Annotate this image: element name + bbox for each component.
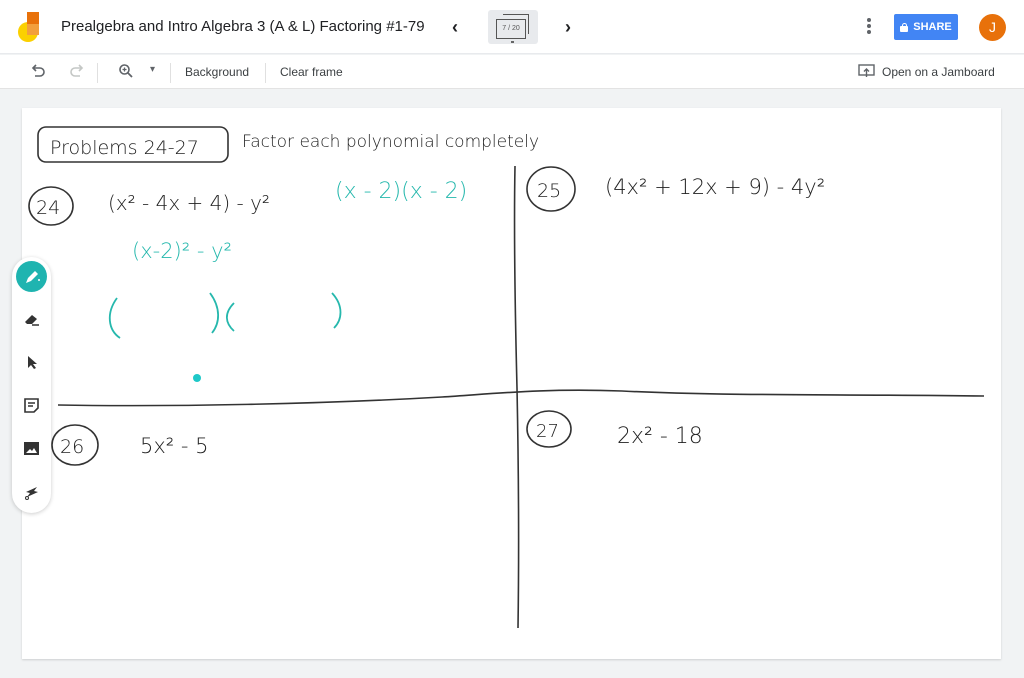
undo-icon xyxy=(31,64,45,77)
open-on-jamboard-button[interactable]: Open on a Jamboard xyxy=(882,65,995,79)
sticky-note-icon xyxy=(24,398,39,413)
background-button[interactable]: Background xyxy=(185,65,249,79)
teal-close-paren-1 xyxy=(209,292,220,334)
laser-icon xyxy=(24,486,38,500)
problem-26-number: 26 xyxy=(60,436,84,458)
pen-cursor-dot xyxy=(193,374,201,382)
select-arrow-icon xyxy=(27,355,37,369)
lock-icon xyxy=(900,22,909,32)
problem-24-expression: (x² - 4x + 4) - y² xyxy=(108,191,270,215)
horizontal-divider-stroke xyxy=(57,389,985,407)
image-icon xyxy=(24,442,39,455)
whiteboard-canvas[interactable]: Problems 24-27 Factor each polynomial co… xyxy=(22,108,1001,659)
laser-tool-button[interactable] xyxy=(16,476,47,507)
problem-24-work-line-1: (x - 2)(x - 2) xyxy=(335,179,467,204)
sticky-note-tool-button[interactable] xyxy=(16,390,47,421)
zoom-button[interactable] xyxy=(117,63,135,81)
heading-box-text: Problems 24-27 xyxy=(50,137,199,159)
document-title[interactable]: Prealgebra and Intro Algebra 3 (A & L) F… xyxy=(61,18,425,35)
redo-icon xyxy=(70,64,84,77)
instruction-text: Factor each polynomial completely xyxy=(242,132,539,152)
cast-to-jamboard-icon xyxy=(857,64,875,77)
chevron-right-icon: › xyxy=(565,17,571,37)
teal-close-paren-2 xyxy=(331,292,342,329)
zoom-dropdown-caret-icon[interactable]: ▾ xyxy=(150,64,155,75)
teal-open-paren-1 xyxy=(108,297,121,339)
tool-panel xyxy=(12,257,51,513)
problem-26-expression: 5x² - 5 xyxy=(140,434,209,458)
jamboard-logo-icon xyxy=(18,12,42,44)
frame-bar-toggle[interactable]: 7 / 20 xyxy=(488,10,538,44)
chevron-left-icon: ‹ xyxy=(452,17,458,37)
open-on-jamboard-icon-wrap[interactable] xyxy=(857,63,875,81)
problem-24-work-line-2: (x-2)² - y² xyxy=(132,239,232,263)
share-label: SHARE xyxy=(913,21,952,33)
redo-button[interactable] xyxy=(68,63,86,81)
zoom-in-icon xyxy=(119,64,133,78)
clear-frame-button[interactable]: Clear frame xyxy=(280,65,343,79)
account-avatar[interactable]: J xyxy=(979,14,1006,41)
frame-indicator: 7 / 20 xyxy=(496,19,526,39)
ink-layer: Problems 24-27 Factor each polynomial co… xyxy=(28,126,985,629)
toolbar-divider xyxy=(170,63,171,83)
problem-27-number: 27 xyxy=(536,421,559,442)
toolbar-divider xyxy=(97,63,98,83)
image-tool-button[interactable] xyxy=(16,433,47,464)
vertical-divider-stroke xyxy=(513,165,520,629)
select-tool-button[interactable] xyxy=(16,346,47,377)
eraser-icon xyxy=(24,314,39,326)
more-options-button[interactable] xyxy=(862,16,876,38)
pen-tool-button[interactable] xyxy=(16,261,47,292)
toolbar: ▾ Background Clear frame Open on a Jambo… xyxy=(0,55,1024,89)
next-frame-button[interactable]: › xyxy=(558,15,578,39)
share-button[interactable]: SHARE xyxy=(894,14,958,40)
pen-icon xyxy=(25,270,40,283)
undo-button[interactable] xyxy=(29,63,47,81)
problem-27-expression: 2x² - 18 xyxy=(617,424,703,449)
problem-24-number: 24 xyxy=(36,197,60,219)
top-bar: Prealgebra and Intro Algebra 3 (A & L) F… xyxy=(0,0,1024,54)
toolbar-divider xyxy=(265,63,266,83)
problem-25-number: 25 xyxy=(537,180,561,202)
previous-frame-button[interactable]: ‹ xyxy=(445,15,465,39)
eraser-tool-button[interactable] xyxy=(16,303,47,334)
teal-open-paren-2 xyxy=(225,302,235,332)
problem-25-expression: (4x² + 12x + 9) - 4y² xyxy=(605,175,825,199)
